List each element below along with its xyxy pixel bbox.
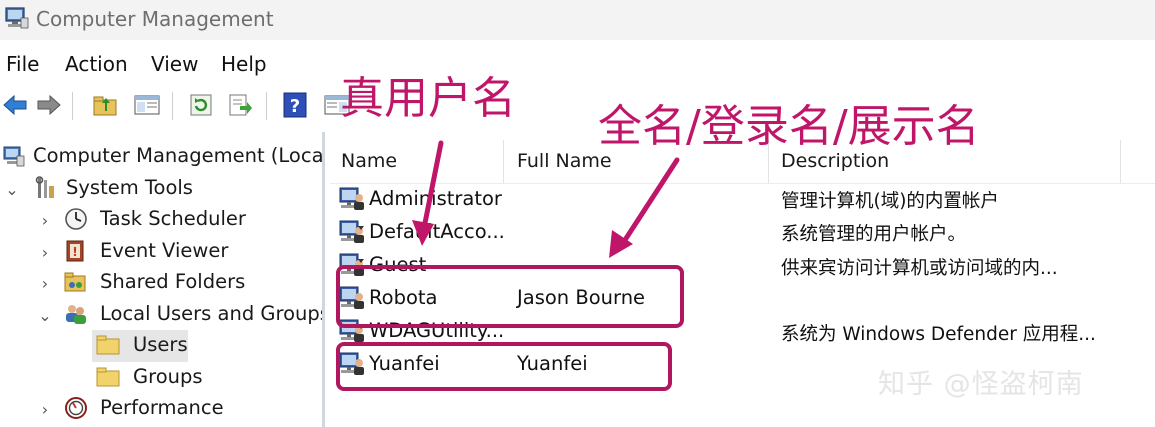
annotation-display-name: 全名/登录名/展示名 (598, 101, 980, 152)
window-title: Computer Management (36, 7, 274, 31)
menu-action[interactable]: Action (65, 48, 128, 80)
help-button[interactable]: ? (280, 90, 310, 120)
title-bar: Computer Management (0, 0, 1155, 40)
toolbar: ? (0, 86, 1155, 124)
computer-management-icon (3, 146, 25, 167)
tree-item-local-users-groups[interactable]: ⌄ Local Users and Groups (0, 300, 322, 330)
menu-file[interactable]: File (6, 48, 39, 80)
performance-icon (65, 397, 87, 419)
help-icon: ? (283, 92, 307, 118)
shared-folder-icon (64, 272, 86, 292)
computer-management-icon (5, 7, 29, 29)
tree-label-shared-folders: Shared Folders (100, 270, 246, 293)
tree-item-system-tools[interactable]: ⌄ System Tools (0, 174, 322, 204)
cell-description: 系统管理的用户帐户。 (781, 224, 967, 245)
show-hide-console-tree-button[interactable] (132, 90, 162, 120)
watermark: 知乎 @怪盗柯南 (878, 369, 1084, 400)
tree-label-root: Computer Management (Local) (33, 144, 322, 167)
clock-icon (65, 208, 87, 230)
console-tree: Computer Management (Local) ⌄ System Too… (0, 138, 322, 427)
tree-label-performance: Performance (100, 396, 224, 419)
cell-description: 供来宾访问计算机或访问域的内... (781, 258, 1058, 279)
tree-label-groups: Groups (133, 365, 203, 388)
tree-item-users[interactable]: Users (0, 331, 322, 361)
highlight-box-yuanfei (336, 342, 672, 391)
refresh-button[interactable] (186, 90, 216, 120)
chevron-down-icon[interactable]: ⌄ (5, 180, 19, 199)
tree-item-groups[interactable]: Groups (0, 363, 322, 393)
tree-label-local-users-groups: Local Users and Groups (100, 302, 322, 325)
tree-item-shared-folders[interactable]: › Shared Folders (0, 268, 322, 298)
tree-label-system-tools: System Tools (66, 176, 193, 199)
event-viewer-icon: ! (66, 240, 84, 262)
column-separator[interactable] (503, 140, 504, 184)
cell-name: Administrator (369, 187, 502, 210)
folder-up-icon (93, 96, 117, 116)
tools-icon (35, 176, 54, 198)
column-separator[interactable] (1120, 140, 1121, 184)
arrow-to-full-name-column (609, 157, 680, 258)
chevron-right-icon[interactable]: › (38, 274, 52, 293)
export-list-icon (229, 94, 252, 116)
up-one-level-button[interactable] (90, 90, 120, 120)
tree-item-root[interactable]: Computer Management (Local) (0, 142, 322, 172)
chevron-right-icon[interactable]: › (38, 400, 52, 419)
tree-label-event-viewer: Event Viewer (100, 239, 229, 262)
refresh-icon (190, 94, 212, 116)
svg-text:!: ! (72, 245, 77, 259)
back-button[interactable] (0, 90, 30, 120)
tree-item-task-scheduler[interactable]: › Task Scheduler (0, 205, 322, 235)
cell-description: 系统为 Windows Defender 应用程... (781, 324, 1096, 345)
users-group-icon (66, 305, 86, 324)
back-arrow-icon (3, 94, 27, 116)
user-icon (339, 187, 364, 210)
highlight-box-robota (336, 265, 684, 328)
svg-text:?: ? (290, 96, 300, 117)
chevron-down-icon[interactable]: ⌄ (38, 306, 52, 325)
forward-button[interactable] (34, 90, 64, 120)
tree-item-performance[interactable]: › Performance (0, 394, 322, 424)
chevron-right-icon[interactable]: › (38, 243, 52, 262)
menu-view[interactable]: View (151, 48, 198, 80)
chevron-right-icon[interactable]: › (38, 211, 52, 230)
tree-label-users: Users (133, 333, 188, 356)
cell-description: 管理计算机(域)的内置帐户 (781, 191, 999, 212)
cell-name: DefaultAcco... (369, 220, 505, 243)
console-tree-icon (134, 95, 160, 115)
forward-arrow-icon (37, 94, 61, 116)
folder-icon (96, 335, 120, 355)
menu-bar: File Action View Help (0, 48, 1155, 82)
column-header-name[interactable]: Name (341, 150, 397, 172)
tree-item-event-viewer[interactable]: › ! Event Viewer (0, 237, 322, 267)
menu-help[interactable]: Help (221, 48, 267, 80)
user-icon (339, 220, 364, 243)
annotation-real-username: 真用户名 (340, 73, 516, 124)
header-divider (330, 183, 1155, 184)
pane-splitter[interactable] (322, 132, 325, 427)
folder-icon (96, 367, 120, 387)
export-list-button[interactable] (225, 90, 255, 120)
tree-label-task-scheduler: Task Scheduler (100, 207, 246, 230)
